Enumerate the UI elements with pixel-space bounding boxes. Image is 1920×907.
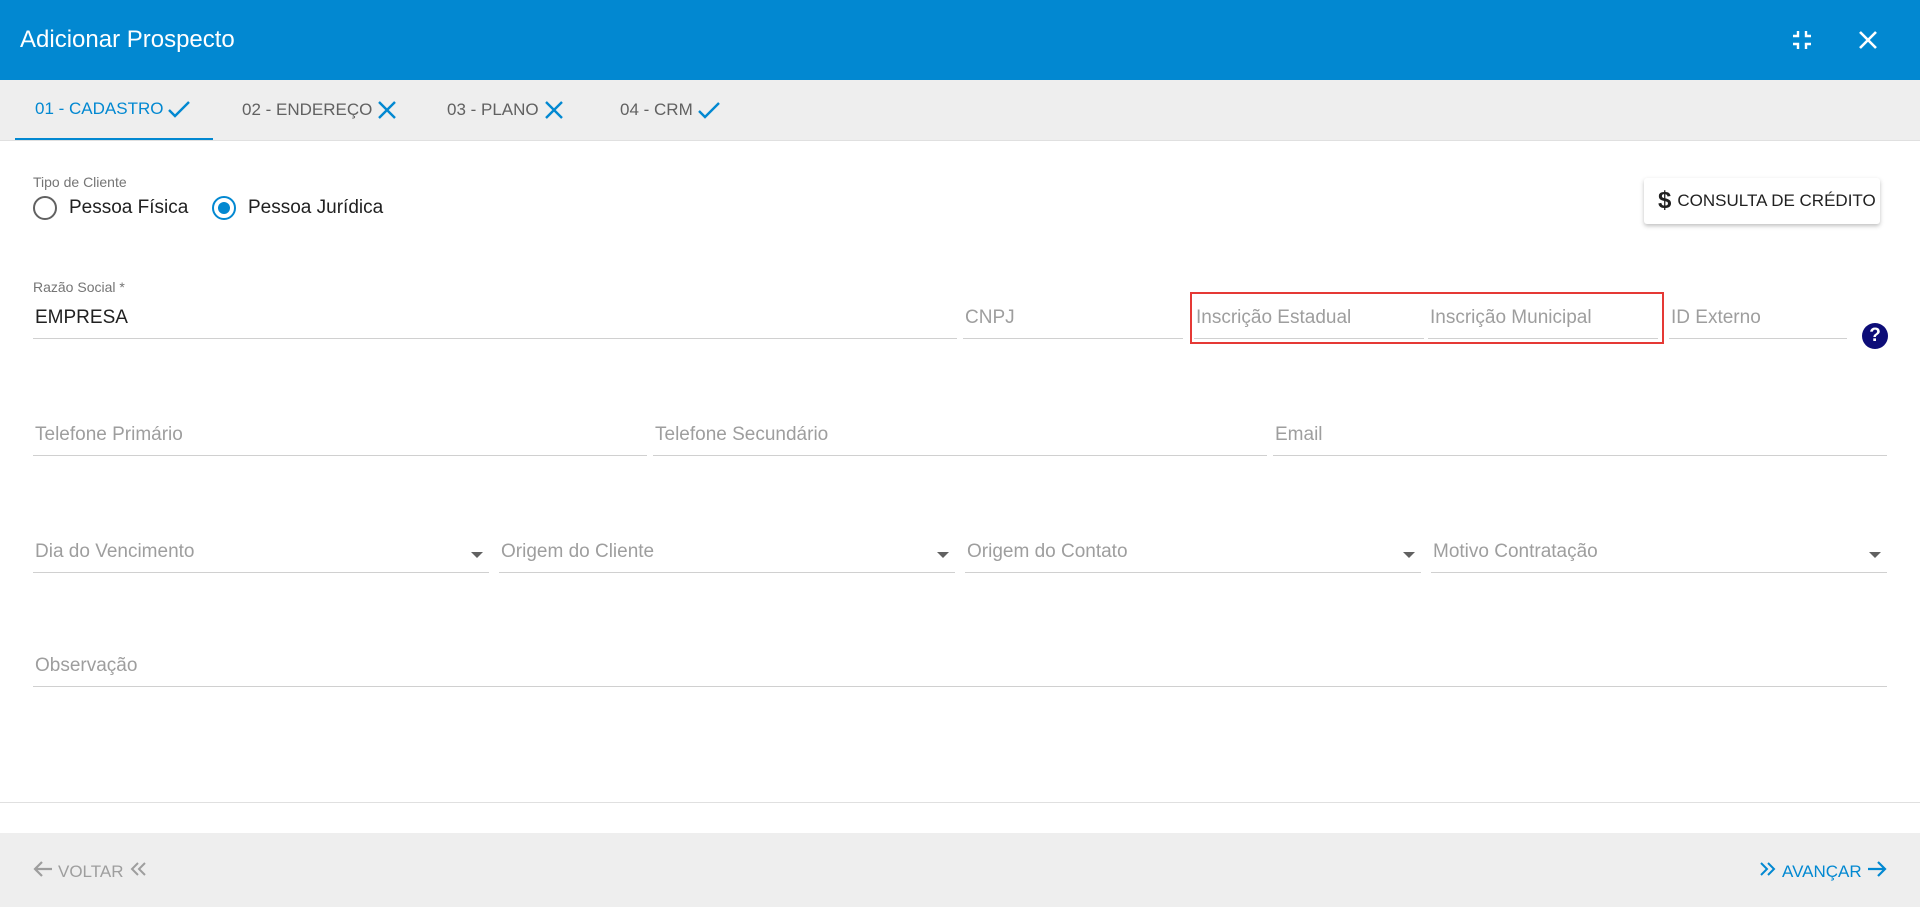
email-field[interactable]: Email: [1273, 420, 1887, 456]
next-label: AVANÇAR: [1782, 861, 1862, 881]
email-placeholder: Email: [1275, 424, 1323, 445]
arrow-right-icon: [1866, 859, 1888, 884]
close-icon: [543, 100, 565, 120]
back-label: VOLTAR: [58, 861, 124, 881]
radio-label: Pessoa Jurídica: [248, 197, 384, 218]
tab-label: 04 - CRM: [620, 99, 693, 119]
close-icon[interactable]: [1852, 24, 1884, 56]
credit-check-button[interactable]: $ CONSULTA DE CRÉDITO: [1644, 178, 1880, 224]
id-externo-placeholder: ID Externo: [1671, 307, 1761, 328]
observacao-field[interactable]: Observação: [33, 651, 1887, 687]
telefone-primario-placeholder: Telefone Primário: [35, 424, 183, 445]
check-icon: [697, 100, 721, 120]
tab-crm[interactable]: 04 - CRM: [620, 80, 721, 139]
radio-pessoa-fisica[interactable]: Pessoa Física: [33, 196, 188, 220]
motivo-contratacao-placeholder: Motivo Contratação: [1433, 541, 1598, 562]
close-icon: [376, 100, 398, 120]
tab-label: 01 - CADASTRO: [35, 99, 164, 118]
dialog-header: Adicionar Prospecto: [0, 0, 1920, 80]
razao-social-label: Razão Social *: [33, 279, 125, 295]
dialog-title: Adicionar Prospecto: [20, 26, 235, 53]
observacao-placeholder: Observação: [35, 655, 138, 676]
check-icon: [167, 99, 191, 119]
cnpj-placeholder: CNPJ: [965, 307, 1015, 328]
tab-label: 03 - PLANO: [447, 99, 539, 119]
cnpj-field[interactable]: CNPJ: [963, 303, 1183, 339]
collapse-icon[interactable]: [1786, 24, 1818, 56]
dollar-icon: $: [1658, 187, 1672, 214]
divider: [0, 802, 1920, 803]
double-chevron-left-icon: [128, 860, 148, 883]
origem-contato-select[interactable]: Origem do Contato: [965, 537, 1421, 573]
radio-circle: [212, 196, 236, 220]
origem-cliente-select[interactable]: Origem do Cliente: [499, 537, 955, 573]
dropdown-arrow-icon: [1869, 552, 1881, 558]
motivo-contratacao-select[interactable]: Motivo Contratação: [1431, 537, 1887, 573]
id-externo-field[interactable]: ID Externo: [1669, 303, 1847, 339]
tab-endereco[interactable]: 02 - ENDEREÇO: [242, 80, 398, 139]
back-button[interactable]: VOLTAR: [32, 859, 148, 884]
tab-label: 02 - ENDEREÇO: [242, 99, 373, 119]
credit-check-label: CONSULTA DE CRÉDITO: [1677, 191, 1876, 210]
tab-cadastro[interactable]: 01 - CADASTRO: [15, 80, 213, 140]
dia-vencimento-select[interactable]: Dia do Vencimento: [33, 537, 489, 573]
radio-pessoa-juridica[interactable]: Pessoa Jurídica: [212, 196, 383, 220]
tab-plano[interactable]: 03 - PLANO: [447, 80, 565, 139]
client-type-label: Tipo de Cliente: [33, 174, 127, 190]
dropdown-arrow-icon: [1403, 552, 1415, 558]
radio-circle: [33, 196, 57, 220]
help-icon[interactable]: ?: [1862, 323, 1888, 349]
razao-social-field[interactable]: Razão Social * EMPRESA: [33, 279, 957, 339]
radio-label: Pessoa Física: [69, 197, 189, 218]
dialog-footer: VOLTAR AVANÇAR: [0, 833, 1920, 907]
razao-social-value: EMPRESA: [35, 307, 128, 328]
telefone-secundario-placeholder: Telefone Secundário: [655, 424, 829, 445]
dia-vencimento-placeholder: Dia do Vencimento: [35, 541, 195, 562]
next-button[interactable]: AVANÇAR: [1758, 859, 1888, 884]
telefone-primario-field[interactable]: Telefone Primário: [33, 420, 647, 456]
dropdown-arrow-icon: [937, 552, 949, 558]
origem-contato-placeholder: Origem do Contato: [967, 541, 1128, 562]
dropdown-arrow-icon: [471, 552, 483, 558]
telefone-secundario-field[interactable]: Telefone Secundário: [653, 420, 1267, 456]
wizard-tabs: 01 - CADASTRO 02 - ENDEREÇO 03 - PLANO 0…: [0, 80, 1920, 141]
origem-cliente-placeholder: Origem do Cliente: [501, 541, 655, 562]
arrow-left-icon: [32, 859, 54, 884]
highlight-box: [1190, 292, 1664, 344]
double-chevron-right-icon: [1758, 860, 1778, 883]
